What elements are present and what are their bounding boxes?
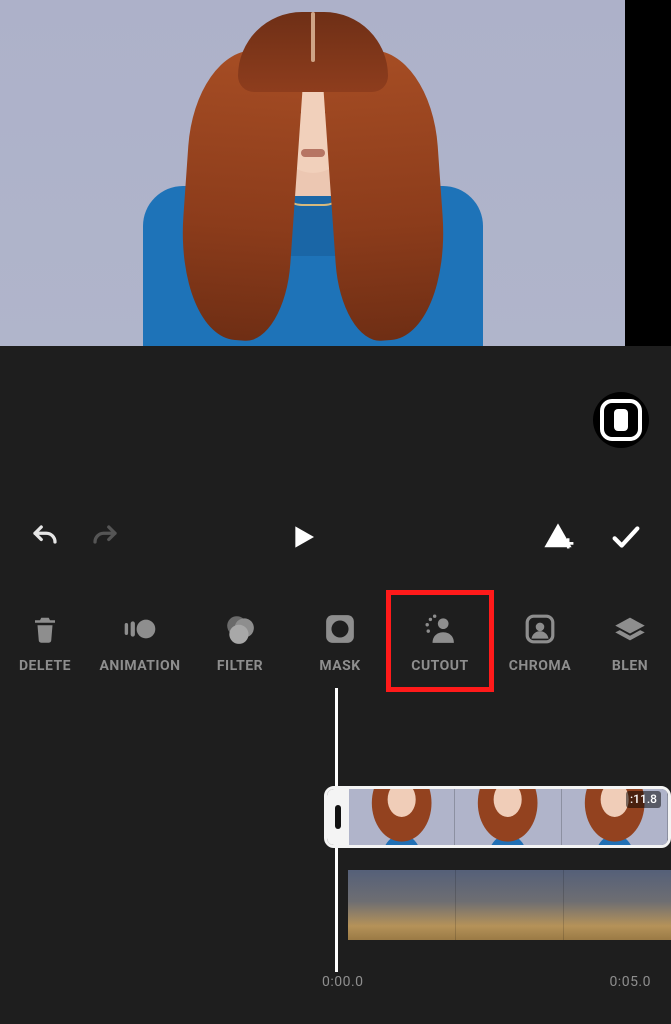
preview-subject bbox=[143, 0, 483, 346]
undo-button[interactable] bbox=[28, 520, 62, 554]
tool-animation[interactable]: ANIMATION bbox=[90, 594, 190, 688]
video-preview[interactable] bbox=[0, 0, 671, 346]
stop-icon bbox=[600, 399, 642, 441]
stop-button[interactable] bbox=[593, 392, 649, 448]
tool-label: ANIMATION bbox=[99, 658, 180, 674]
clip-handle-left[interactable] bbox=[327, 789, 349, 845]
play-button[interactable] bbox=[285, 520, 319, 554]
time-start: 0:00.0 bbox=[322, 974, 364, 990]
tool-label: FILTER bbox=[217, 658, 263, 674]
clip-thumb bbox=[349, 789, 455, 845]
tool-cutout[interactable]: CUTOUT bbox=[390, 594, 490, 688]
clip-duration-badge: :11.8 bbox=[626, 791, 661, 808]
cutout-icon bbox=[423, 612, 457, 646]
tool-label: BLEN bbox=[612, 658, 648, 674]
clip-strip[interactable]: :11.8 bbox=[324, 786, 671, 848]
tool-label: MASK bbox=[319, 658, 360, 674]
tool-filter[interactable]: FILTER bbox=[190, 594, 290, 688]
tool-chroma[interactable]: CHROMA bbox=[490, 594, 590, 688]
tool-mask[interactable]: MASK bbox=[290, 594, 390, 688]
background-strip[interactable] bbox=[348, 870, 671, 940]
time-ruler: 0:00.0 0:05.0 bbox=[0, 974, 671, 990]
preview-frame bbox=[0, 0, 625, 346]
redo-button[interactable] bbox=[88, 520, 122, 554]
filter-icon bbox=[223, 612, 257, 646]
tool-blend[interactable]: BLEN bbox=[590, 594, 670, 688]
add-keyframe-button[interactable] bbox=[541, 520, 575, 554]
timeline[interactable]: :11.8 0:00.0 0:05.0 bbox=[0, 688, 671, 1024]
edit-toolbar: DELETE ANIMATION FILTER bbox=[0, 594, 671, 688]
tool-label: CUTOUT bbox=[411, 658, 468, 674]
tool-delete[interactable]: DELETE bbox=[0, 594, 90, 688]
trash-icon bbox=[28, 612, 62, 646]
tool-label: DELETE bbox=[19, 658, 71, 674]
clip-thumb: :11.8 bbox=[562, 789, 668, 845]
animation-icon bbox=[123, 612, 157, 646]
confirm-button[interactable] bbox=[609, 520, 643, 554]
mask-icon bbox=[323, 612, 357, 646]
chroma-icon bbox=[523, 612, 557, 646]
tool-label: CHROMA bbox=[509, 658, 571, 674]
blend-icon bbox=[613, 612, 647, 646]
clip-thumb bbox=[455, 789, 561, 845]
time-end: 0:05.0 bbox=[609, 974, 651, 990]
